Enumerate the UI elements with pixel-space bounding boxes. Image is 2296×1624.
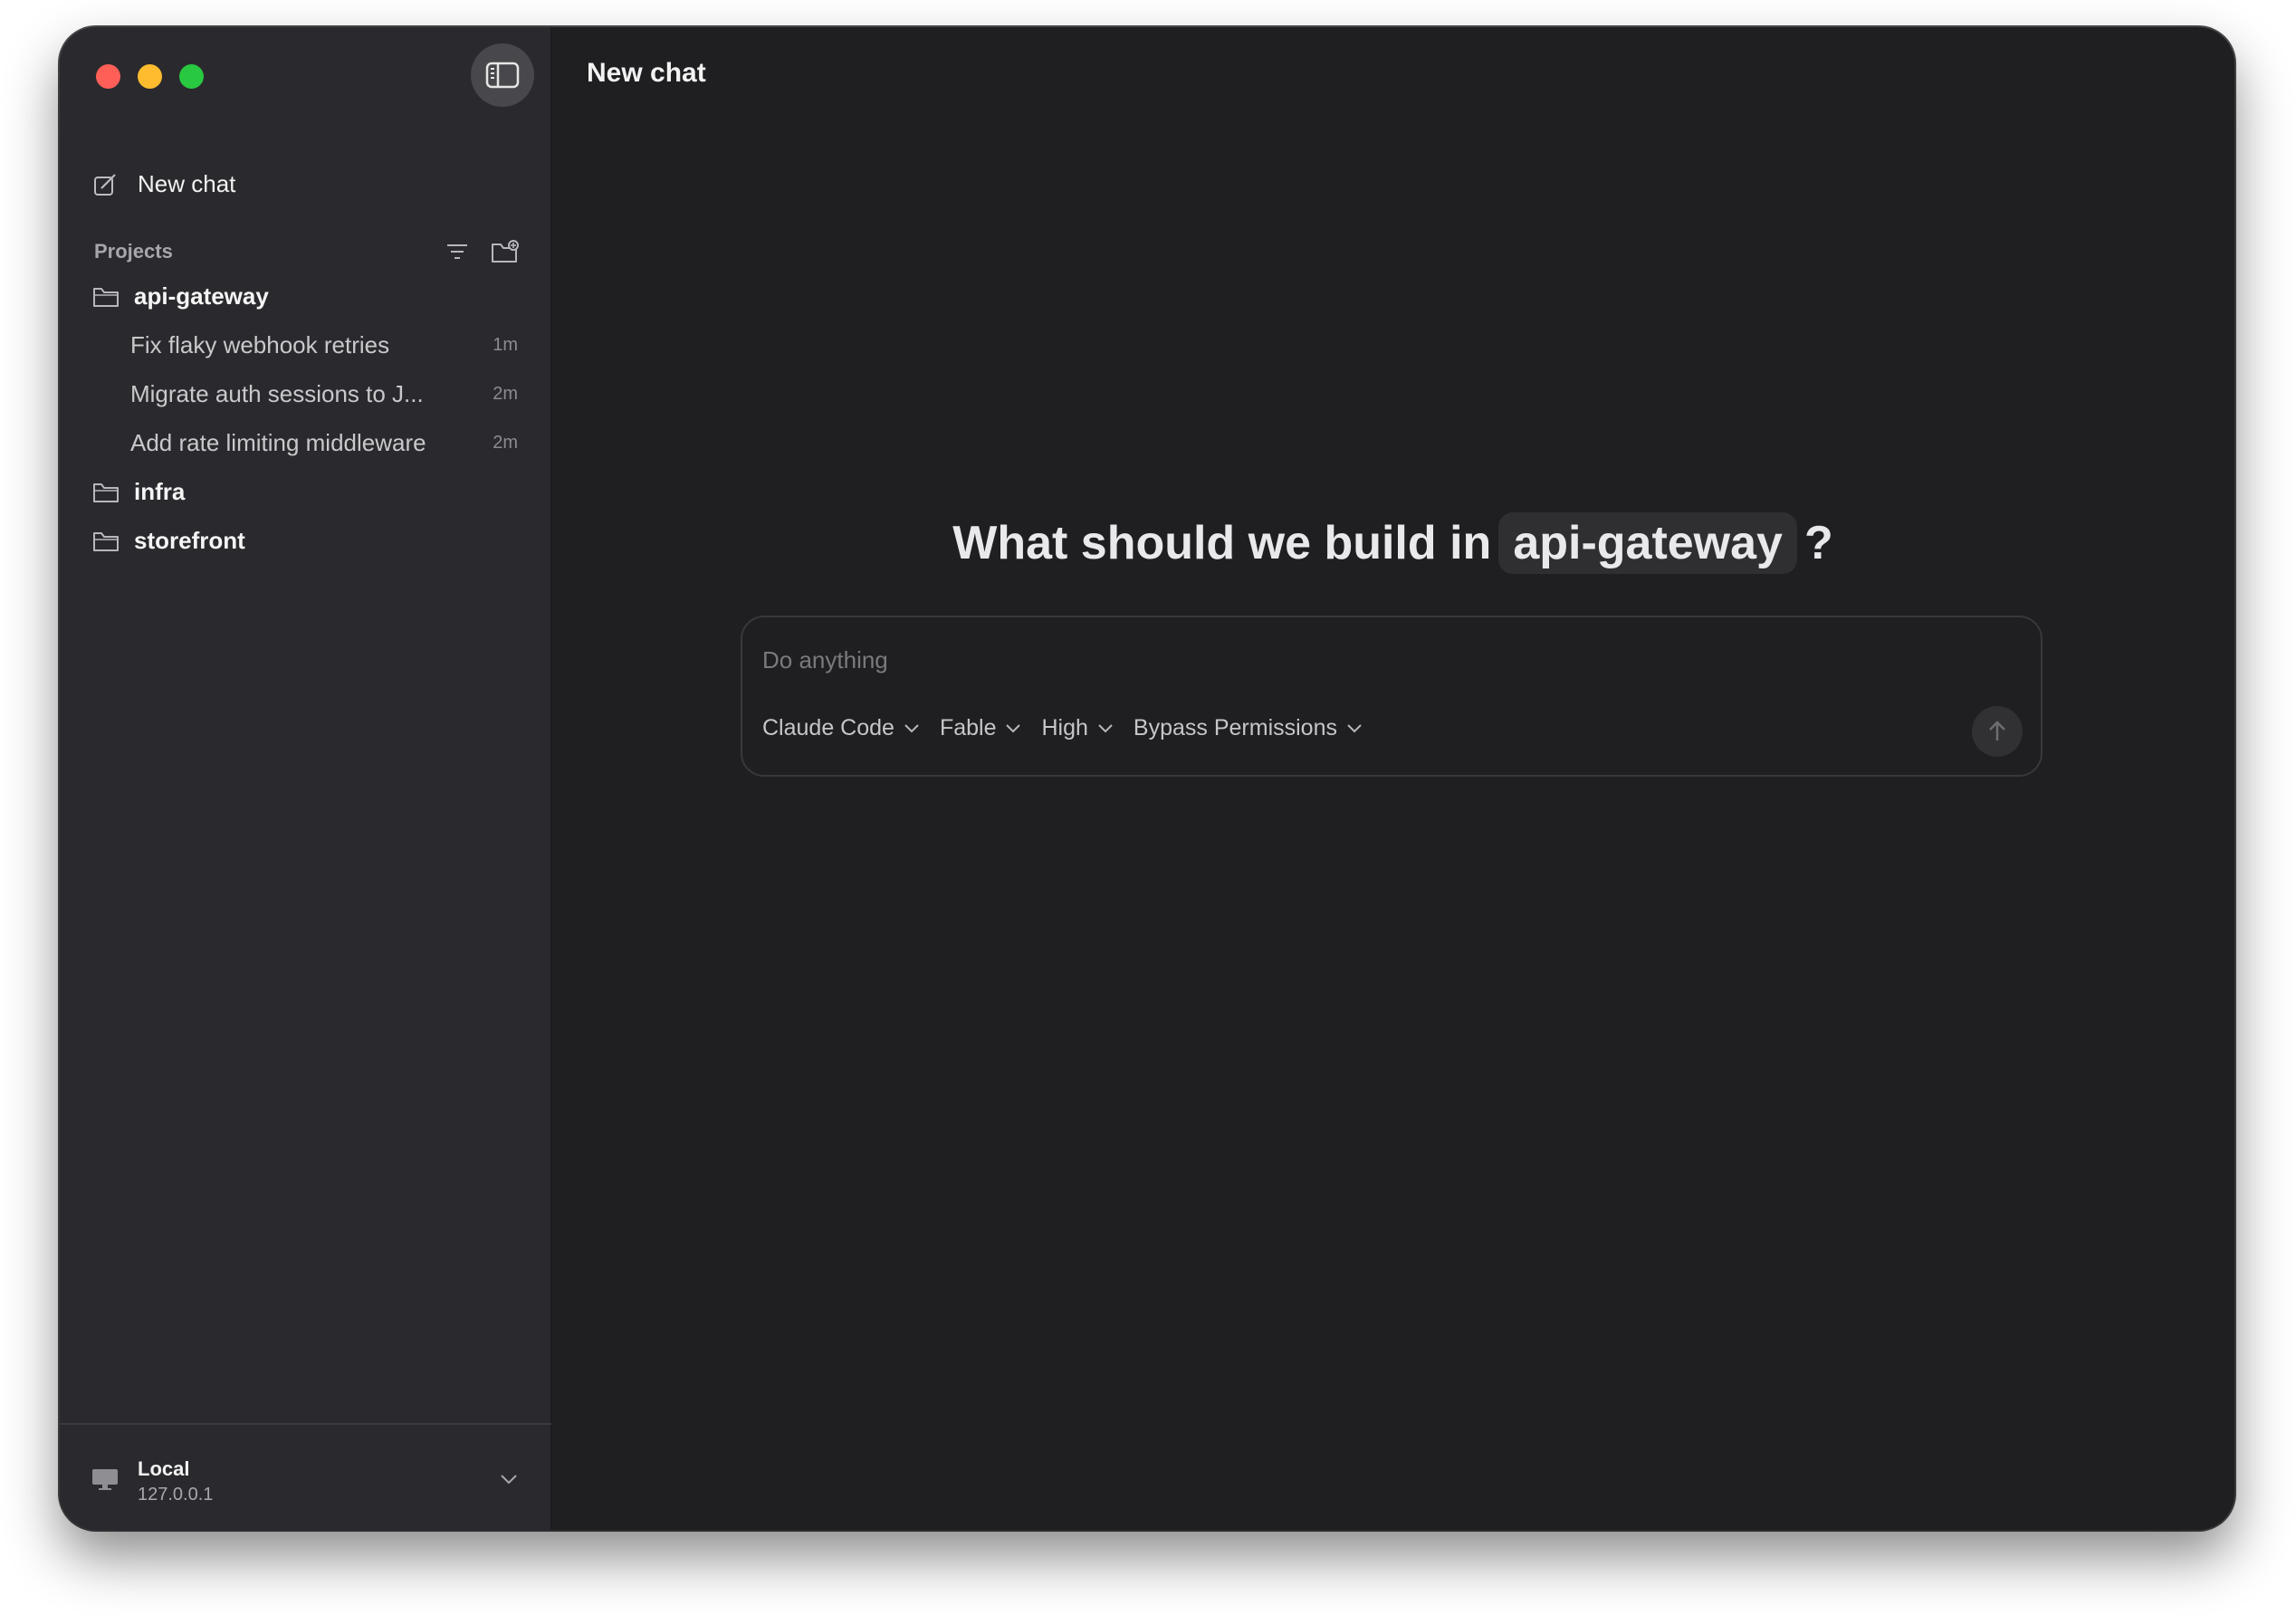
folder-icon <box>93 531 119 551</box>
folder-icon <box>93 287 119 307</box>
hero-project-pill[interactable]: api-gateway <box>1498 512 1797 574</box>
dropdown-label: High <box>1041 715 1088 740</box>
new-chat-label: New chat <box>138 170 236 197</box>
sidebar-toggle-icon <box>485 62 520 89</box>
chat-time: 2m <box>493 384 518 404</box>
new-folder-icon[interactable] <box>491 240 520 263</box>
monitor-icon <box>92 1469 118 1490</box>
environment-selector[interactable]: Local 127.0.0.1 <box>60 1423 551 1530</box>
project-label: storefront <box>134 527 245 554</box>
hero-heading: What should we build in api-gateway ? <box>551 512 2234 574</box>
environment-address: 127.0.0.1 <box>138 1485 214 1505</box>
send-button[interactable] <box>1972 706 2023 757</box>
project-label: api-gateway <box>134 282 269 310</box>
chat-title: Fix flaky webhook retries <box>130 331 390 358</box>
chat-time: 1m <box>493 335 518 355</box>
hero-suffix: ? <box>1803 517 1833 569</box>
sidebar: New chat Projects api-gateway Fix flaky … <box>60 27 551 1530</box>
chat-title: Add rate limiting middleware <box>130 429 426 456</box>
project-infra[interactable]: infra <box>92 478 185 506</box>
environment-title: Local <box>138 1457 190 1480</box>
permissions-dropdown[interactable]: Bypass Permissions <box>1134 715 1363 741</box>
chat-item[interactable]: Fix flaky webhook retries 1m <box>130 331 518 359</box>
composer-toolbar: Claude Code Fable High Bypass Permission… <box>762 715 1363 741</box>
projects-header: Projects <box>94 234 520 270</box>
chat-time: 2m <box>493 433 518 453</box>
project-api-gateway[interactable]: api-gateway <box>92 282 269 310</box>
dropdown-label: Bypass Permissions <box>1133 715 1337 740</box>
app-window: New chat Projects api-gateway Fix flaky … <box>60 27 2234 1530</box>
dropdown-label: Fable <box>939 715 997 740</box>
agent-dropdown[interactable]: Claude Code <box>762 715 920 741</box>
chevron-down-icon <box>904 724 919 733</box>
prompt-input[interactable] <box>762 646 1939 674</box>
chat-title: Migrate auth sessions to J... <box>130 380 424 407</box>
dropdown-label: Claude Code <box>762 715 894 740</box>
arrow-up-icon <box>1989 721 2005 740</box>
close-window-button[interactable] <box>96 64 120 89</box>
chevron-down-icon <box>1098 724 1113 733</box>
hero-prefix: What should we build in <box>952 517 1492 569</box>
page-title: New chat <box>587 58 706 88</box>
minimize-window-button[interactable] <box>138 64 162 89</box>
filter-icon[interactable] <box>445 243 469 261</box>
model-dropdown[interactable]: Fable <box>940 715 1022 741</box>
composer: Claude Code Fable High Bypass Permission… <box>741 616 2042 777</box>
chat-item[interactable]: Add rate limiting middleware 2m <box>130 429 518 457</box>
folder-icon <box>93 482 119 502</box>
chevron-down-icon <box>1006 724 1021 733</box>
new-chat-button[interactable]: New chat <box>92 170 235 198</box>
zoom-window-button[interactable] <box>179 64 204 89</box>
project-storefront[interactable]: storefront <box>92 527 245 555</box>
project-label: infra <box>134 478 186 505</box>
chevron-down-icon <box>1347 724 1362 733</box>
projects-title: Projects <box>94 240 173 263</box>
compose-icon <box>94 173 116 196</box>
effort-dropdown[interactable]: High <box>1041 715 1113 741</box>
chat-item[interactable]: Migrate auth sessions to J... 2m <box>130 380 518 408</box>
chevron-down-icon <box>501 1475 517 1485</box>
sidebar-toggle-button[interactable] <box>471 43 534 107</box>
